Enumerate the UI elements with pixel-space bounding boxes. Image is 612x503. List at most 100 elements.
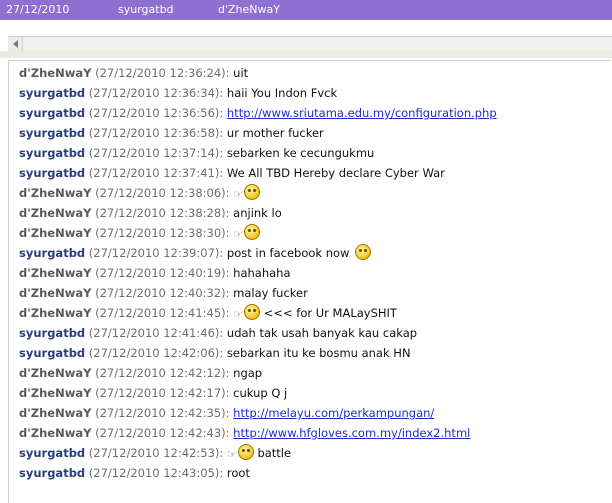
chat-nick: syurgatbd: [19, 466, 86, 480]
chat-timestamp: (27/12/2010 12:36:24):: [91, 66, 234, 80]
chat-timestamp: (27/12/2010 12:42:53):: [85, 446, 227, 460]
conversation-list-row-selected[interactable]: 27/12/2010 syurgatbd d'ZheNwaY: [0, 0, 612, 20]
chat-timestamp: (27/12/2010 12:42:12):: [91, 366, 234, 380]
chat-nick: d'ZheNwaY: [19, 426, 92, 440]
chat-timestamp: (27/12/2010 12:42:43):: [91, 426, 234, 440]
chat-message: battle: [257, 446, 292, 460]
chat-nick: d'ZheNwaY: [19, 206, 92, 220]
chat-line: d'ZheNwaY (27/12/2010 12:42:12): ngap: [19, 364, 262, 382]
chat-message: ur mother fucker: [226, 126, 324, 140]
chat-line: d'ZheNwaY (27/12/2010 12:41:45): ☞ <<< f…: [19, 304, 397, 322]
chat-nick: syurgatbd: [19, 86, 86, 100]
smiley-emoticon-icon: [244, 184, 261, 200]
chat-nick: syurgatbd: [19, 246, 86, 260]
chat-timestamp: (27/12/2010 12:38:06):: [91, 186, 234, 200]
chat-line: d'ZheNwaY (27/12/2010 12:40:19): hahahah…: [19, 264, 291, 282]
row-contact: d'ZheNwaY: [218, 3, 280, 16]
chat-line: d'ZheNwaY (27/12/2010 12:38:30): ☞: [19, 224, 261, 242]
chat-timestamp: (27/12/2010 12:40:32):: [91, 286, 234, 300]
chat-timestamp: (27/12/2010 12:36:34):: [85, 86, 227, 100]
scroll-left-button[interactable]: [8, 37, 23, 51]
chat-message: uit: [233, 66, 249, 80]
hand-icon: ☞: [233, 188, 244, 201]
chat-link[interactable]: http://www.sriutama.edu.my/configuration…: [227, 106, 497, 120]
chat-timestamp: (27/12/2010 12:43:05):: [85, 466, 227, 480]
chat-line: syurgatbd (27/12/2010 12:42:06): sebarka…: [19, 344, 411, 362]
hand-icon: ☞: [233, 228, 244, 241]
chat-nick: d'ZheNwaY: [19, 186, 92, 200]
list-empty-area: [0, 20, 612, 36]
chat-nick: d'ZheNwaY: [19, 266, 92, 280]
chat-nick: syurgatbd: [19, 446, 86, 460]
smiley-emoticon-icon: [237, 444, 254, 460]
chat-nick: syurgatbd: [19, 326, 86, 340]
chat-nick: d'ZheNwaY: [19, 386, 92, 400]
chat-line: syurgatbd (27/12/2010 12:36:56): http://…: [19, 104, 497, 122]
chat-message: malay fucker: [233, 286, 308, 300]
chat-message: sebarkan itu ke bosmu anak HN: [226, 346, 411, 360]
chat-timestamp: (27/12/2010 12:37:14):: [85, 146, 227, 160]
chat-line: d'ZheNwaY (27/12/2010 12:38:28): anjink …: [19, 204, 282, 222]
chat-link[interactable]: http://melayu.com/perkampungan/: [233, 406, 434, 420]
chat-message: sebarken ke cecungukmu: [226, 146, 375, 160]
chat-nick: d'ZheNwaY: [19, 366, 92, 380]
chat-nick: d'ZheNwaY: [19, 226, 92, 240]
chat-line: syurgatbd (27/12/2010 12:39:07): post in…: [19, 244, 372, 262]
chat-message: cukup Q j: [233, 386, 288, 400]
arrow-left-icon: [12, 40, 18, 48]
chat-line: syurgatbd (27/12/2010 12:37:14): sebarke…: [19, 144, 374, 162]
chat-timestamp: (27/12/2010 12:39:07):: [85, 246, 227, 260]
chat-nick: d'ZheNwaY: [19, 66, 92, 80]
chat-line: syurgatbd (27/12/2010 12:42:53): ☞ battl…: [19, 444, 291, 462]
chat-nick: d'ZheNwaY: [19, 306, 92, 320]
chat-message: hahahaha: [233, 266, 291, 280]
chat-nick: d'ZheNwaY: [19, 406, 92, 420]
chat-link[interactable]: http://www.hfgloves.com.my/index2.html: [233, 426, 470, 440]
chat-nick: syurgatbd: [19, 126, 86, 140]
row-date: 27/12/2010: [6, 3, 70, 16]
chat-line: d'ZheNwaY (27/12/2010 12:40:32): malay f…: [19, 284, 308, 302]
chat-line: syurgatbd (27/12/2010 12:36:34): haii Yo…: [19, 84, 337, 102]
chat-timestamp: (27/12/2010 12:42:17):: [91, 386, 234, 400]
hand-icon: ☞: [233, 308, 244, 321]
chat-message: root: [226, 466, 250, 480]
chat-line: syurgatbd (27/12/2010 12:43:05): root: [19, 464, 250, 482]
chat-message: We All TBD Hereby declare Cyber War: [226, 166, 445, 180]
chat-message: <<< for Ur MALaySHIT: [263, 306, 397, 320]
chat-message: udah tak usah banyak kau cakap: [226, 326, 418, 340]
chat-timestamp: (27/12/2010 12:41:45):: [91, 306, 234, 320]
chat-nick: syurgatbd: [19, 106, 86, 120]
chat-line: syurgatbd (27/12/2010 12:41:46): udah ta…: [19, 324, 417, 342]
chat-timestamp: (27/12/2010 12:41:46):: [85, 326, 227, 340]
chat-line: d'ZheNwaY (27/12/2010 12:38:06): ☞: [19, 184, 261, 202]
chat-timestamp: (27/12/2010 12:42:06):: [85, 346, 227, 360]
chat-message: haii You Indon Fvck: [226, 86, 338, 100]
chat-timestamp: (27/12/2010 12:36:56):: [85, 106, 227, 120]
chat-line: d'ZheNwaY (27/12/2010 12:42:43): http://…: [19, 424, 470, 442]
chat-nick: d'ZheNwaY: [19, 286, 92, 300]
thinking-emoticon-icon: [355, 244, 372, 260]
chat-timestamp: (27/12/2010 12:42:35):: [91, 406, 234, 420]
chat-timestamp: (27/12/2010 12:38:30):: [91, 226, 234, 240]
chat-message: ngap: [233, 366, 263, 380]
chat-line: d'ZheNwaY (27/12/2010 12:42:17): cukup Q…: [19, 384, 287, 402]
chat-timestamp: (27/12/2010 12:38:28):: [91, 206, 234, 220]
hand-icon: ☞: [226, 448, 237, 461]
chat-timestamp: (27/12/2010 12:40:19):: [91, 266, 234, 280]
smiley-emoticon-icon: [244, 224, 261, 240]
chat-timestamp: (27/12/2010 12:37:41):: [85, 166, 227, 180]
smiley-emoticon-icon: [244, 304, 261, 320]
horizontal-scrollbar[interactable]: [8, 36, 612, 52]
splitter[interactable]: [0, 51, 612, 58]
chat-line: syurgatbd (27/12/2010 12:37:41): We All …: [19, 164, 445, 182]
chat-timestamp: (27/12/2010 12:36:58):: [85, 126, 227, 140]
row-user: syurgatbd: [118, 3, 174, 16]
chat-nick: syurgatbd: [19, 166, 86, 180]
chat-line: d'ZheNwaY (27/12/2010 12:36:24): uit: [19, 64, 248, 82]
chat-message: post in facebook now: [226, 246, 350, 260]
chat-line: d'ZheNwaY (27/12/2010 12:42:35): http://…: [19, 404, 434, 422]
chat-line: syurgatbd (27/12/2010 12:36:58): ur moth…: [19, 124, 324, 142]
chat-nick: syurgatbd: [19, 346, 86, 360]
chat-message: anjink lo: [233, 206, 282, 220]
chat-nick: syurgatbd: [19, 146, 86, 160]
